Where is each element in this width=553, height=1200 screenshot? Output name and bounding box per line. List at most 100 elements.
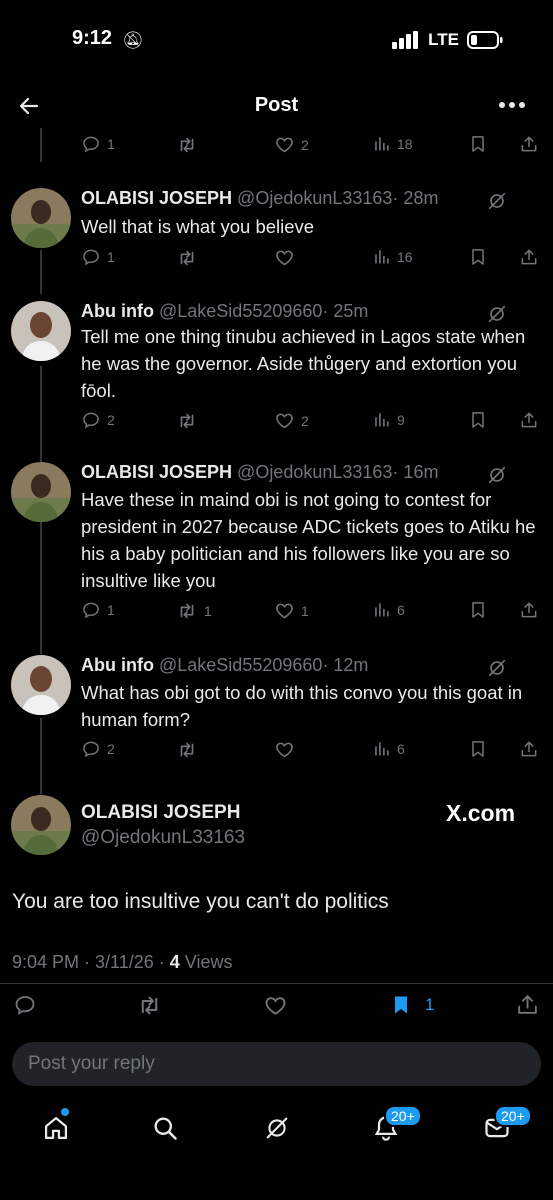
views-count[interactable]: 4 [170,952,180,972]
share-icon[interactable] [515,992,540,1017]
search-icon[interactable] [151,1114,179,1142]
header: Post [0,84,553,128]
share-action[interactable] [519,410,539,430]
reply-header: Abu info @LakeSid55209660· 12m [81,655,368,676]
bookmark-action[interactable] [468,247,488,267]
grok-tab-icon[interactable] [263,1114,291,1142]
post-timestamp: 9:04 PM · 3/11/26 · [12,952,170,972]
bookmark-action[interactable]: 1 [389,993,434,1017]
bookmark-action[interactable] [468,134,488,154]
views-action[interactable]: 16 [372,247,413,266]
reply-post[interactable]: Abu info @LakeSid55209660· 25m Tell me o… [0,295,553,445]
messages-badge: 20+ [494,1105,532,1127]
reply-action[interactable]: 2 [81,739,115,759]
repost-action[interactable] [176,247,204,269]
repost-action[interactable] [176,410,204,432]
grok-icon[interactable] [486,657,508,679]
grok-icon[interactable] [486,464,508,486]
reply-post[interactable]: OLABISI JOSEPH @OjedokunL33163· 16m Have… [0,456,553,636]
post-metadata: 9:04 PM · 3/11/26 · 4 Views [12,952,232,973]
reply-text: What has obi got to do with this convo y… [81,682,523,730]
main-post-avatar[interactable] [11,795,71,855]
like-action[interactable]: 1 [274,600,309,621]
repost-action[interactable] [176,739,204,761]
avatar[interactable] [11,462,71,522]
bookmark-action[interactable] [468,410,488,430]
bookmark-action[interactable] [468,600,488,620]
reply-actions: 1 16 [0,247,553,273]
main-post-actions: 1 [0,992,553,1020]
share-action[interactable] [519,247,539,267]
repost-action[interactable]: 1 [176,600,212,622]
repost-action[interactable] [176,134,204,156]
avatar[interactable] [11,655,71,715]
grok-icon[interactable] [486,190,508,212]
author-name[interactable]: OLABISI JOSEPH [81,188,232,208]
post-time: · 28m [392,188,439,208]
status-time: 9:12 [72,27,113,49]
bookmark-filled-icon[interactable] [389,993,413,1017]
views-action[interactable]: 18 [372,134,413,153]
bookmark-count: 1 [425,995,435,1014]
reply-text: Well that is what you believe [81,216,315,237]
status-bar-right: LTE [392,30,503,50]
grok-icon[interactable] [486,303,508,325]
reply-action[interactable]: 1 [81,600,115,620]
parent-post-actions: 1 2 18 [0,134,553,160]
author-name[interactable]: Abu info [81,655,154,675]
like-action[interactable]: 2 [274,410,309,431]
avatar[interactable] [11,301,71,361]
author-handle[interactable]: @OjedokunL33163 [237,462,392,482]
divider [0,983,553,984]
bottom-tab-bar: 20+ 20+ [0,1100,553,1160]
page-title: Post [254,94,299,116]
reply-actions: 1 1 1 6 [0,600,553,626]
views-action[interactable]: 6 [372,739,405,758]
reply-header: Abu info @LakeSid55209660· 25m [81,301,368,322]
reply-action[interactable]: 2 [81,410,115,430]
watermark: X.com [446,800,516,826]
reply-action[interactable]: 1 [81,134,115,154]
reply-action[interactable]: 1 [81,247,115,267]
silent-bell-icon: 🔕︎ [122,31,144,50]
network-label: LTE [428,30,459,49]
reply-header: OLABISI JOSEPH @OjedokunL33163· 28m [81,188,438,209]
like-action[interactable] [274,739,301,760]
reply-input-placeholder[interactable]: Post your reply [28,1053,155,1075]
author-name[interactable]: Abu info [81,301,154,321]
battery-icon [467,31,503,49]
main-post-author-name[interactable]: OLABISI JOSEPH [81,802,240,824]
like-icon[interactable] [263,993,288,1018]
author-handle[interactable]: @LakeSid55209660 [159,655,322,675]
post-time: · 25m [322,301,369,321]
reply-composer[interactable]: Post your reply [12,1042,541,1086]
repost-icon[interactable] [136,992,163,1019]
views-label: Views [179,952,233,972]
author-handle[interactable]: @OjedokunL33163 [237,188,392,208]
reply-text: Have these in maind obi is not going to … [81,489,536,591]
share-action[interactable] [519,134,539,154]
bookmark-action[interactable] [468,739,488,759]
author-name[interactable]: OLABISI JOSEPH [81,462,232,482]
like-action[interactable] [274,247,301,268]
more-options-icon[interactable] [498,98,526,112]
reply-text: Tell me one thing tinubu achieved in Lag… [81,326,526,401]
author-handle[interactable]: @LakeSid55209660 [159,301,322,321]
reply-icon[interactable] [13,993,37,1017]
home-unread-dot [61,1108,69,1116]
like-action[interactable]: 2 [274,134,309,155]
reply-header: OLABISI JOSEPH @OjedokunL33163· 16m [81,462,438,483]
reply-post[interactable]: OLABISI JOSEPH @OjedokunL33163· 28m Well… [0,182,553,282]
reply-actions: 2 2 9 [0,410,553,436]
reply-post[interactable]: Abu info @LakeSid55209660· 12m What has … [0,649,553,774]
signal-icon [392,31,419,49]
share-action[interactable] [519,739,539,759]
home-icon[interactable] [42,1114,70,1142]
reply-actions: 2 6 [0,739,553,765]
share-action[interactable] [519,600,539,620]
main-post-author-handle[interactable]: @OjedokunL33163 [81,827,245,849]
avatar[interactable] [11,188,71,248]
views-action[interactable]: 6 [372,600,405,619]
post-time: · 16m [392,462,439,482]
views-action[interactable]: 9 [372,410,405,429]
